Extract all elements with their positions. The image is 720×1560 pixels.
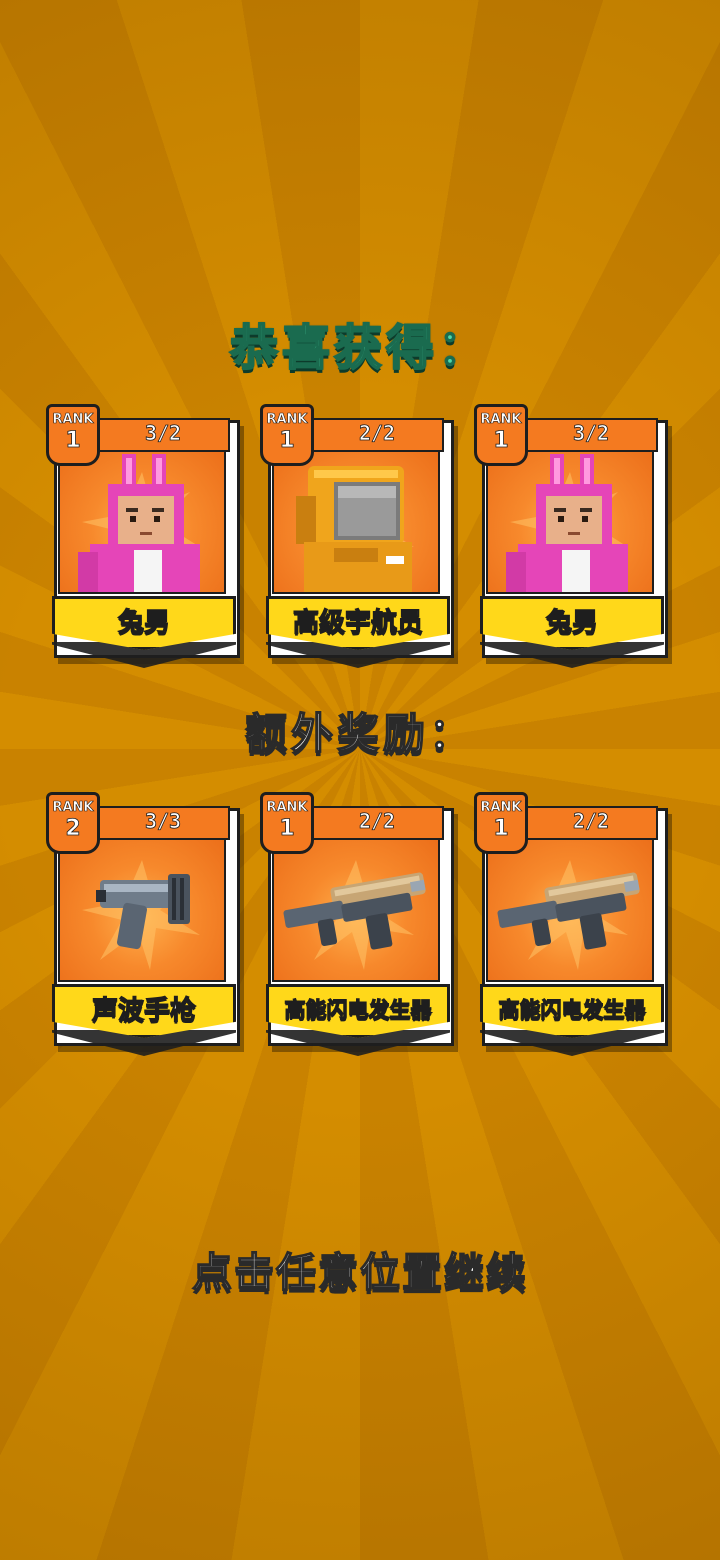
rank-label: RANK bbox=[480, 412, 522, 428]
card-count: 3/2 bbox=[144, 421, 182, 446]
rewards-title: 恭喜获得： bbox=[229, 319, 490, 377]
rank-label: RANK bbox=[266, 800, 308, 816]
bonus-card: 2/2 RANK 1 高能闪电发生器 bbox=[474, 792, 668, 1060]
card-name: 兔男 bbox=[117, 607, 170, 638]
card-count: 2/2 bbox=[572, 809, 610, 834]
card-count: 2/2 bbox=[358, 421, 396, 446]
reward-card: 2/2 RANK 1 高级宇航员 bbox=[260, 404, 454, 672]
rank-number: 2 bbox=[65, 816, 81, 842]
card-art bbox=[272, 838, 440, 982]
card-art bbox=[486, 450, 654, 594]
card-name: 声波手枪 bbox=[91, 995, 196, 1026]
rank-number: 1 bbox=[493, 816, 509, 842]
card-count: 3/2 bbox=[572, 421, 610, 446]
reward-card: 3/2 RANK 1 兔男 bbox=[474, 404, 668, 672]
bunny-character-icon bbox=[78, 454, 200, 592]
rank-number: 1 bbox=[279, 816, 295, 842]
card-art bbox=[486, 838, 654, 982]
rank-label: RANK bbox=[266, 412, 308, 428]
card-art bbox=[272, 450, 440, 594]
card-name: 高能闪电发生器 bbox=[284, 997, 432, 1022]
lightning-generator-gun-icon bbox=[497, 872, 640, 950]
bunny-character-icon bbox=[506, 454, 628, 592]
rank-number: 1 bbox=[493, 428, 509, 454]
rank-label: RANK bbox=[480, 800, 522, 816]
tap-to-continue-hint[interactable]: 点击任意位置继续 bbox=[0, 1240, 720, 1298]
card-name: 高能闪电发生器 bbox=[498, 997, 646, 1022]
card-count: 3/3 bbox=[144, 809, 182, 834]
rank-number: 1 bbox=[65, 428, 81, 454]
bonus-card: 2/2 RANK 1 高能闪电发生器 bbox=[260, 792, 454, 1060]
bonus-title: 额外奖励： bbox=[244, 708, 475, 759]
card-name: 兔男 bbox=[545, 607, 598, 638]
card-count: 2/2 bbox=[358, 809, 396, 834]
card-name: 高级宇航员 bbox=[292, 607, 423, 638]
reward-card: 3/2 RANK 1 兔男 bbox=[46, 404, 240, 672]
card-art bbox=[58, 838, 226, 982]
rank-label: RANK bbox=[52, 412, 94, 428]
reward-screen[interactable]: 恭喜获得： 3/2 RANK 1 兔男 2/2 RANK 1 高级宇航员 3/2… bbox=[0, 0, 720, 1560]
rank-number: 1 bbox=[279, 428, 295, 454]
bonus-card: 3/3 RANK 2 声波手枪 bbox=[46, 792, 240, 1060]
sonic-pistol-icon bbox=[96, 874, 190, 950]
rank-label: RANK bbox=[52, 800, 94, 816]
lightning-generator-gun-icon bbox=[283, 872, 426, 950]
astronaut-character-icon bbox=[296, 466, 412, 592]
card-art bbox=[58, 450, 226, 594]
